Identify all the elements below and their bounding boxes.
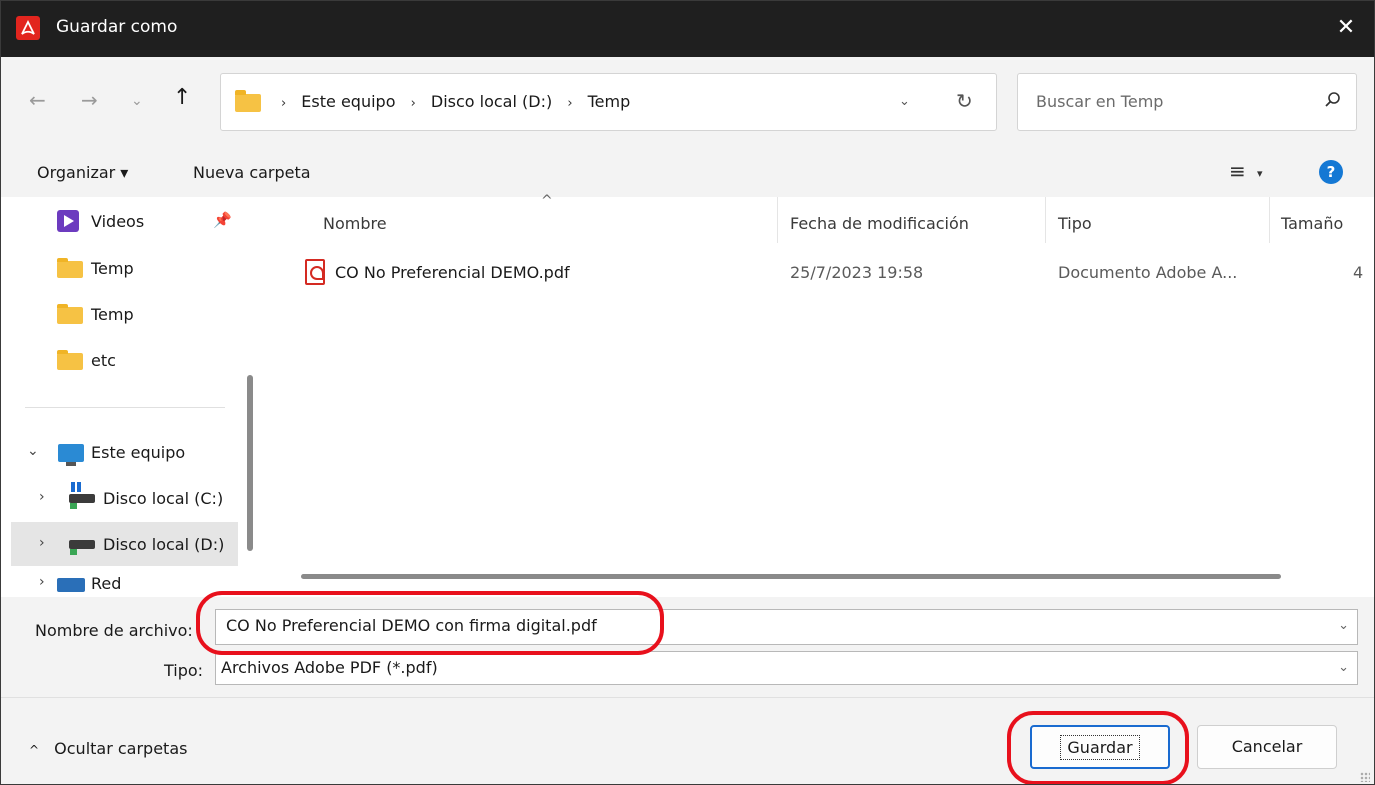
sidebar-item-label: Disco local (C:) <box>103 489 224 508</box>
save-form: Nombre de archivo: CO No Preferencial DE… <box>1 597 1374 784</box>
file-type-select[interactable]: Archivos Adobe PDF (*.pdf) ⌄ <box>215 651 1358 685</box>
filename-field[interactable]: CO No Preferencial DEMO con firma digita… <box>215 609 1358 645</box>
navigation-pane-scrollbar[interactable] <box>247 375 253 551</box>
save-button[interactable]: Guardar <box>1030 725 1170 769</box>
column-header-name[interactable]: Nombre <box>323 214 387 233</box>
sidebar-item-etc[interactable]: etc <box>1 338 241 382</box>
refresh-icon[interactable]: ↻ <box>956 89 973 113</box>
command-bar: Organizar ▾ Nueva carpeta ≡ ▾ ? <box>1 149 1374 197</box>
breadcrumb-separator: › <box>410 96 416 111</box>
network-icon <box>57 578 85 592</box>
sidebar-item-disco-c[interactable]: › Disco local (C:) <box>1 476 241 520</box>
chevron-down-icon[interactable]: ⌄ <box>1338 618 1349 633</box>
filename-label: Nombre de archivo: <box>35 621 193 640</box>
sort-ascending-icon: ^ <box>541 193 553 209</box>
sidebar-item-label: etc <box>91 351 116 370</box>
chevron-up-icon: ^ <box>29 743 40 757</box>
save-as-dialog: Guardar como ✕ ← → ⌄ ↑ › Este equipo › D… <box>0 0 1375 785</box>
computer-icon <box>58 444 84 466</box>
sidebar-item-temp[interactable]: Temp <box>1 292 241 336</box>
drive-icon <box>69 482 95 509</box>
file-size: 4 <box>1353 263 1364 282</box>
column-header-size[interactable]: Tamaño <box>1281 214 1343 233</box>
save-button-label: Guardar <box>1060 735 1140 760</box>
filename-value[interactable]: CO No Preferencial DEMO con firma digita… <box>226 616 597 635</box>
column-divider[interactable] <box>1269 197 1270 243</box>
folder-icon <box>235 90 261 112</box>
file-date: 25/7/2023 19:58 <box>790 263 924 282</box>
address-dropdown-icon[interactable]: ⌄ <box>899 94 910 109</box>
view-options-caret-icon[interactable]: ▾ <box>1257 167 1263 180</box>
forward-arrow-icon[interactable]: → <box>81 88 98 112</box>
sidebar-item-videos[interactable]: Videos 📌 <box>1 199 241 243</box>
chevron-down-icon[interactable]: ⌄ <box>27 443 39 459</box>
sidebar-item-label: Disco local (D:) <box>103 535 225 554</box>
sidebar-item-label: Videos <box>91 212 145 231</box>
view-options-icon[interactable]: ≡ <box>1229 159 1246 183</box>
sidebar-item-label: Red <box>91 574 122 593</box>
chevron-down-icon[interactable]: ⌄ <box>1338 660 1349 675</box>
close-button[interactable]: ✕ <box>1318 1 1374 57</box>
column-divider[interactable] <box>1045 197 1046 243</box>
column-header-date[interactable]: Fecha de modificación <box>790 214 969 233</box>
breadcrumb-temp[interactable]: Temp <box>588 92 631 111</box>
sidebar-divider <box>25 407 225 408</box>
cancel-button[interactable]: Cancelar <box>1197 725 1337 769</box>
folder-icon <box>57 258 83 278</box>
breadcrumb-separator: › <box>567 96 573 111</box>
file-list-scrollbar[interactable] <box>301 574 1281 579</box>
organize-menu[interactable]: Organizar ▾ <box>37 163 128 182</box>
sidebar-item-label: Temp <box>91 259 134 278</box>
chevron-right-icon[interactable]: › <box>39 489 45 505</box>
folder-icon <box>57 304 83 324</box>
hide-folders-button[interactable]: ^ Ocultar carpetas <box>29 739 187 758</box>
sidebar-item-este-equipo[interactable]: ⌄ Este equipo <box>1 430 241 474</box>
column-header-type[interactable]: Tipo <box>1058 214 1092 233</box>
sidebar-item-temp[interactable]: Temp <box>1 246 241 290</box>
up-arrow-icon[interactable]: ↑ <box>173 85 191 110</box>
videos-icon <box>57 210 79 232</box>
back-arrow-icon[interactable]: ← <box>29 88 46 112</box>
breadcrumb-disco-d[interactable]: Disco local (D:) <box>431 92 552 111</box>
search-icon[interactable] <box>1324 90 1342 112</box>
content-area: Videos 📌 Temp Temp etc ⌄ Este equipo › D… <box>1 193 1374 597</box>
footer-divider <box>1 697 1374 698</box>
sidebar-item-red[interactable]: › Red <box>1 570 241 597</box>
acrobat-icon <box>16 16 40 40</box>
drive-icon <box>69 540 95 555</box>
search-input[interactable]: Buscar en Temp <box>1036 92 1163 111</box>
file-type-value: Archivos Adobe PDF (*.pdf) <box>221 658 438 677</box>
search-box[interactable]: Buscar en Temp <box>1017 73 1357 131</box>
sidebar-item-label: Este equipo <box>91 443 186 462</box>
new-folder-button[interactable]: Nueva carpeta <box>193 163 311 182</box>
navigation-bar: ← → ⌄ ↑ › Este equipo › Disco local (D:)… <box>1 57 1374 149</box>
breadcrumb: › Este equipo › Disco local (D:) › Temp <box>271 92 630 111</box>
breadcrumb-separator: › <box>281 96 287 111</box>
chevron-right-icon[interactable]: › <box>39 535 45 551</box>
recent-locations-chevron-icon[interactable]: ⌄ <box>131 93 143 109</box>
sidebar-item-disco-d[interactable]: › Disco local (D:) <box>11 522 238 566</box>
sidebar-item-label: Temp <box>91 305 134 324</box>
file-type: Documento Adobe A... <box>1058 263 1238 282</box>
resize-grip[interactable] <box>1360 772 1370 782</box>
chevron-right-icon[interactable]: › <box>39 574 45 590</box>
window-title: Guardar como <box>56 17 178 37</box>
pin-icon: 📌 <box>213 211 232 229</box>
file-name: CO No Preferencial DEMO.pdf <box>335 263 570 282</box>
folder-icon <box>57 350 83 370</box>
column-divider[interactable] <box>777 197 778 243</box>
breadcrumb-este-equipo[interactable]: Este equipo <box>301 92 395 111</box>
file-list[interactable]: ^ Nombre Fecha de modificación Tipo Tama… <box>273 193 1374 597</box>
table-row[interactable]: CO No Preferencial DEMO.pdf 25/7/2023 19… <box>273 251 1374 295</box>
file-type-label: Tipo: <box>164 661 204 680</box>
hide-folders-label: Ocultar carpetas <box>54 739 188 758</box>
help-icon[interactable]: ? <box>1319 160 1343 184</box>
address-bar[interactable]: › Este equipo › Disco local (D:) › Temp … <box>220 73 997 131</box>
pdf-file-icon <box>305 259 325 285</box>
title-bar: Guardar como ✕ <box>1 1 1374 57</box>
navigation-pane[interactable]: Videos 📌 Temp Temp etc ⌄ Este equipo › D… <box>1 197 263 597</box>
